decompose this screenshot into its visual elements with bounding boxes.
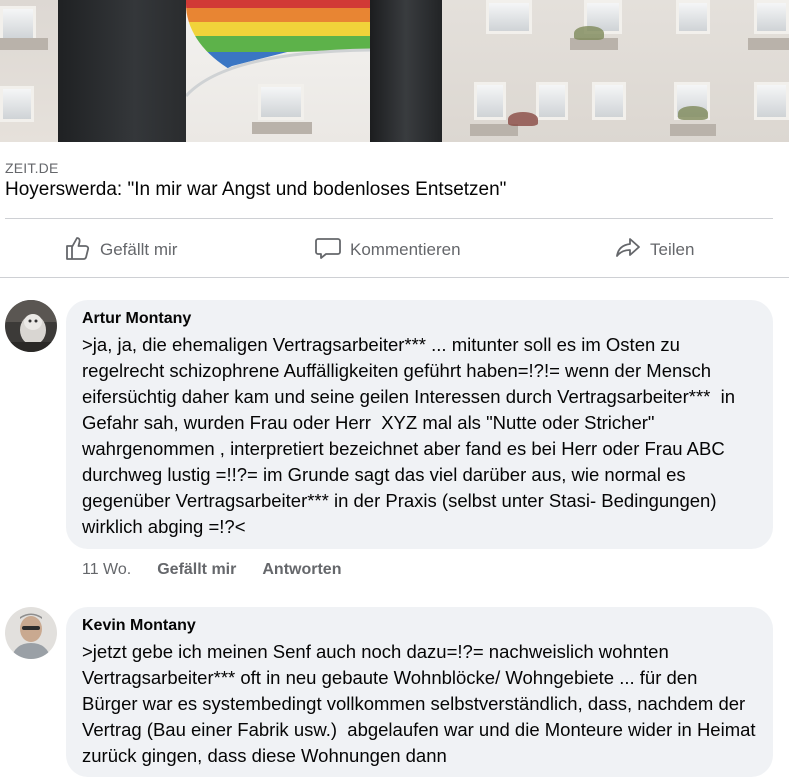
- comment-author[interactable]: Kevin Montany: [82, 617, 757, 635]
- avatar-image: [5, 607, 57, 659]
- building-facade-left: [0, 0, 58, 142]
- post-action-bar: Gefällt mir Kommentieren Teilen: [0, 225, 789, 275]
- thumbs-up-icon: [64, 234, 92, 267]
- dark-pillar: [58, 0, 186, 142]
- window: [676, 0, 710, 34]
- share-label: Teilen: [650, 240, 695, 259]
- like-button[interactable]: Gefällt mir: [64, 225, 177, 275]
- comment-label: Kommentieren: [350, 240, 461, 259]
- window: [474, 82, 506, 120]
- window-sill: [252, 122, 312, 134]
- comment-text: >ja, ja, die ehemaligen Vertragsarbeiter…: [82, 334, 741, 537]
- plant: [508, 112, 538, 126]
- window: [486, 0, 532, 34]
- plant: [678, 106, 708, 120]
- comment-text: >jetzt gebe ich meinen Senf auch noch da…: [82, 641, 761, 766]
- avatar-image: [5, 300, 57, 352]
- speech-bubble-icon: [314, 234, 342, 267]
- comment-reply-button[interactable]: Antworten: [262, 561, 341, 579]
- comment-bubble: Artur Montany >ja, ja, die ehemaligen Ve…: [66, 300, 773, 549]
- plant: [574, 26, 604, 40]
- avatar[interactable]: [5, 607, 57, 659]
- share-button[interactable]: Teilen: [614, 225, 694, 275]
- window-sill: [670, 124, 716, 136]
- link-domain: ZEIT.DE: [5, 160, 59, 176]
- window-sill: [0, 38, 48, 50]
- comment-author[interactable]: Artur Montany: [82, 310, 757, 328]
- link-title[interactable]: Hoyerswerda: "In mir war Angst und boden…: [5, 179, 506, 201]
- divider: [0, 277, 789, 278]
- comment-timestamp[interactable]: 11 Wo.: [82, 561, 131, 579]
- window: [754, 82, 789, 120]
- building-facade-right: [442, 0, 789, 142]
- comment-bubble: Kevin Montany >jetzt gebe ich meinen Sen…: [66, 607, 773, 777]
- like-label: Gefällt mir: [100, 240, 178, 259]
- window: [592, 82, 626, 120]
- comment-button[interactable]: Kommentieren: [314, 225, 461, 275]
- comment-like-button[interactable]: Gefällt mir: [157, 561, 236, 579]
- link-preview-image[interactable]: [0, 0, 789, 142]
- window: [754, 0, 789, 34]
- window: [536, 82, 568, 120]
- window: [0, 86, 34, 122]
- avatar[interactable]: [5, 300, 57, 352]
- window: [258, 84, 304, 120]
- comment-meta: 11 Wo. Gefällt mir Antworten: [82, 561, 341, 579]
- share-arrow-icon: [614, 234, 642, 267]
- window: [0, 6, 36, 42]
- dark-pillar: [370, 0, 442, 142]
- window-sill: [748, 38, 789, 50]
- divider: [5, 218, 773, 219]
